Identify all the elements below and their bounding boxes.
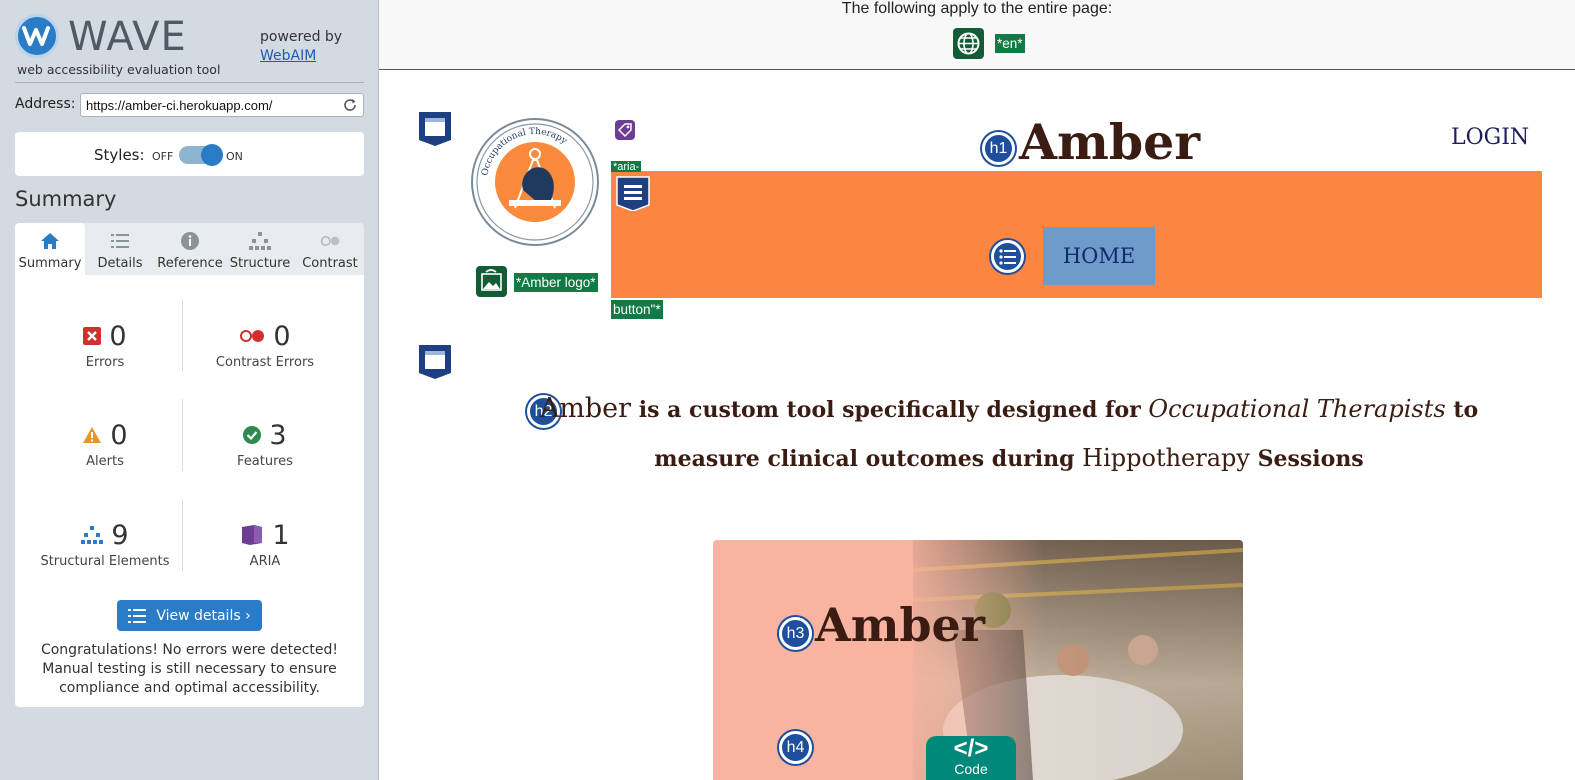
page-wide-features: The following apply to the entire page: …: [379, 0, 1575, 70]
globe-icon[interactable]: [953, 28, 984, 59]
header-region-icon[interactable]: [417, 110, 453, 146]
reload-icon[interactable]: [342, 97, 358, 113]
stat-label: Errors: [85, 355, 125, 370]
tab-summary[interactable]: Summary: [15, 223, 85, 275]
toggle-knob: [201, 144, 223, 166]
info-icon: [181, 232, 199, 250]
stat-label: Contrast Errors: [215, 355, 315, 370]
apply-text: The following apply to the entire page:: [841, 0, 1113, 17]
stat-contrast-errors[interactable]: 0 Contrast Errors: [185, 319, 345, 371]
intro-part3: Sessions: [1249, 446, 1364, 472]
styles-panel: Styles: OFF ON: [15, 132, 364, 176]
divider: [15, 82, 364, 83]
tab-label: Structure: [229, 256, 291, 271]
code-glyph: </>: [953, 735, 989, 762]
wave-title: WAVE: [68, 14, 187, 60]
list-icon[interactable]: [991, 240, 1024, 273]
styles-off-label: OFF: [152, 150, 174, 163]
stat-label: ARIA: [249, 554, 281, 569]
contrast-icon: [320, 235, 340, 247]
navigation-region-icon[interactable]: [615, 175, 651, 211]
view-details-button[interactable]: View details ›: [117, 600, 262, 631]
wave-logo-icon: [15, 14, 59, 58]
stat-count: 1: [272, 519, 290, 551]
tab-label: Summary: [18, 256, 82, 271]
stat-count: 9: [111, 519, 129, 551]
intro-heading: Amber is a custom tool specifically desi…: [519, 385, 1499, 483]
stat-count: 0: [110, 419, 128, 451]
contrast-error-icon: [240, 330, 265, 342]
wave-sidebar: WAVE web accessibility evaluation tool p…: [0, 0, 379, 780]
styles-on-label: ON: [226, 150, 243, 163]
list-icon: [128, 608, 147, 623]
wave-subtitle: web accessibility evaluation tool: [17, 62, 221, 77]
structure-icon: [81, 526, 104, 544]
feature-icon: [243, 426, 262, 444]
styles-toggle[interactable]: [179, 144, 223, 166]
styles-label: Styles:: [94, 146, 145, 164]
address-input[interactable]: https://amber-ci.herokuapp.com/: [80, 93, 364, 117]
h3-badge[interactable]: h3: [779, 617, 812, 650]
intro-amber: Amber: [539, 393, 632, 424]
stat-aria[interactable]: 1 ARIA: [185, 518, 345, 569]
congrats-message: Congratulations! No errors were detected…: [40, 642, 339, 696]
home-icon: [41, 233, 59, 249]
stat-structural-elements[interactable]: 9 Structural Elements: [25, 518, 185, 570]
summary-panel: 0 Errors 0 Contrast Errors 0 Alerts 3 Fe…: [15, 275, 364, 707]
error-icon: [83, 327, 102, 345]
stat-errors[interactable]: 0 Errors: [25, 319, 185, 370]
image-link-icon[interactable]: [476, 266, 507, 297]
logo-alt-tag[interactable]: *Amber logo*: [514, 273, 598, 292]
powered-by-label: powered by: [260, 29, 343, 45]
tab-label: Contrast: [302, 256, 358, 271]
aria-icon: [242, 525, 263, 545]
structure-icon: [249, 232, 271, 250]
tab-label: Details: [97, 256, 143, 271]
powered-by: powered by WebAIM: [260, 28, 342, 66]
aria-tag-icon[interactable]: [615, 120, 635, 140]
h4-badge[interactable]: h4: [779, 731, 812, 764]
login-link[interactable]: LOGIN: [1451, 125, 1529, 150]
stat-count: 3: [269, 419, 287, 451]
stat-count: 0: [109, 320, 127, 352]
evaluated-page: The following apply to the entire page: …: [379, 0, 1575, 780]
code-icon[interactable]: </> Code: [926, 736, 1016, 780]
webaim-link[interactable]: WebAIM: [260, 48, 316, 64]
main-region-icon[interactable]: [417, 343, 453, 379]
tab-label: Reference: [157, 256, 223, 271]
tab-reference[interactable]: Reference: [155, 223, 225, 275]
amber-logo[interactable]: Occupational Therapy: [471, 118, 599, 246]
h1-badge[interactable]: h1: [982, 132, 1015, 165]
aria-label-tag[interactable]: *aria-: [611, 161, 642, 172]
stat-features[interactable]: 3 Features: [185, 418, 345, 470]
intro-part1: is a custom tool specifically designed f…: [631, 397, 1149, 423]
stat-count: 0: [273, 320, 291, 352]
stat-label: Structural Elements: [40, 554, 170, 569]
view-details-label: View details ›: [156, 607, 251, 624]
stat-label: Alerts: [86, 454, 124, 469]
alert-icon: [83, 427, 102, 443]
tab-structure[interactable]: Structure: [225, 223, 295, 275]
wave-tabs: Summary Details Reference Structure Cont…: [15, 223, 364, 275]
language-tag[interactable]: *en*: [995, 34, 1025, 53]
site-title: Amber: [1019, 113, 1201, 171]
summary-heading: Summary: [15, 187, 117, 211]
home-button[interactable]: HOME: [1043, 227, 1155, 285]
stat-label: Features: [237, 454, 293, 469]
address-label: Address:: [15, 96, 76, 112]
aria-button-tag[interactable]: button"*: [611, 300, 663, 319]
tab-contrast[interactable]: Contrast: [295, 223, 365, 275]
tab-details[interactable]: Details: [85, 223, 155, 275]
list-icon: [111, 234, 129, 248]
hero-title: Amber: [815, 598, 986, 652]
intro-ot: Occupational Therapists: [1148, 395, 1446, 423]
intro-hippo: Hippotherapy: [1082, 444, 1250, 472]
code-label: Code: [954, 761, 988, 777]
stat-alerts[interactable]: 0 Alerts: [25, 418, 185, 469]
